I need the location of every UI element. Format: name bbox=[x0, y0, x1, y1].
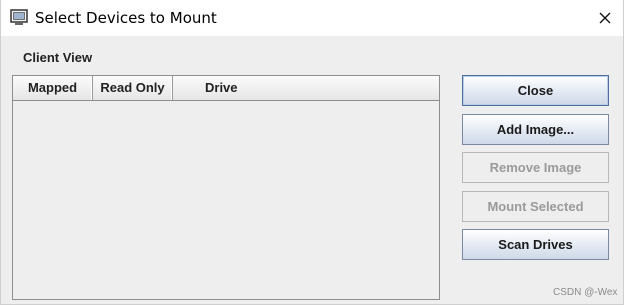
column-header-drive[interactable]: Drive bbox=[173, 76, 439, 100]
column-header-mapped[interactable]: Mapped bbox=[13, 76, 93, 100]
client-view-label: Client View bbox=[23, 50, 93, 65]
title-bar[interactable]: Select Devices to Mount bbox=[1, 0, 623, 36]
window-title: Select Devices to Mount bbox=[35, 9, 217, 27]
dialog-window: Select Devices to Mount Client View Mapp… bbox=[0, 0, 624, 305]
remove-image-button[interactable]: Remove Image bbox=[462, 152, 609, 183]
devices-table[interactable]: Mapped Read Only Drive bbox=[12, 75, 440, 300]
scan-drives-button[interactable]: Scan Drives bbox=[462, 229, 609, 260]
close-button[interactable]: Close bbox=[462, 75, 609, 106]
add-image-button[interactable]: Add Image... bbox=[462, 114, 609, 145]
watermark-text: CSDN @-Wex bbox=[553, 287, 618, 298]
close-icon[interactable] bbox=[595, 8, 615, 28]
column-header-read-only[interactable]: Read Only bbox=[93, 76, 173, 100]
table-header: Mapped Read Only Drive bbox=[13, 76, 439, 101]
mount-selected-button[interactable]: Mount Selected bbox=[462, 191, 609, 222]
monitor-icon bbox=[10, 9, 28, 25]
